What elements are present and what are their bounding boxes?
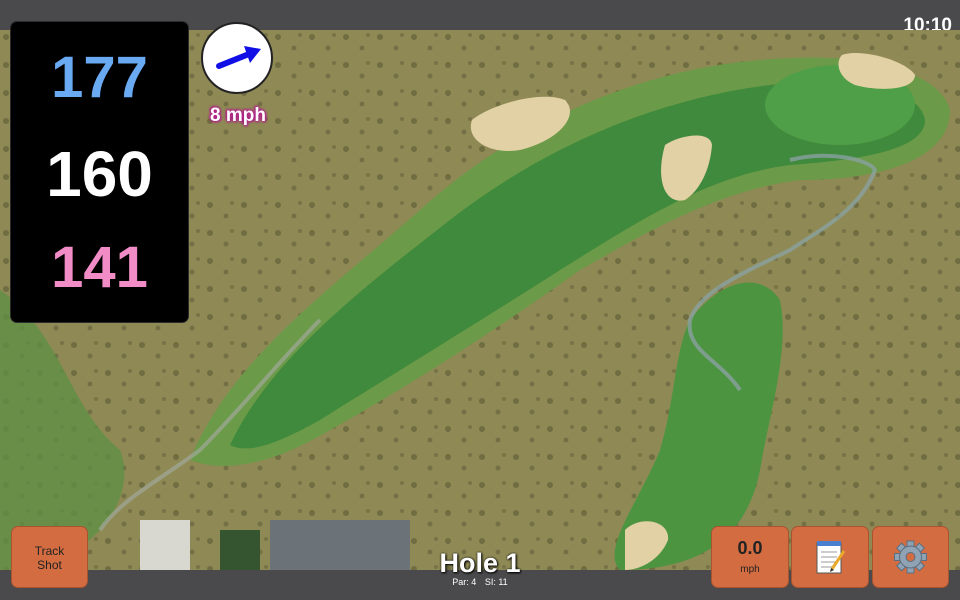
speed-value: 0.0 [737, 538, 763, 558]
settings-button[interactable] [873, 527, 948, 587]
gear-icon [894, 540, 927, 574]
speed-unit: mph [740, 564, 760, 575]
middle-distance: 160 [46, 138, 153, 210]
distance-panel: 177 160 141 [11, 22, 188, 322]
hole-par: Par: 4 [452, 577, 477, 587]
front-distance: 141 [51, 235, 148, 300]
wind-indicator [201, 22, 273, 94]
back-distance: 177 [51, 45, 148, 110]
notes-button[interactable] [792, 527, 868, 587]
track-shot-button[interactable]: Track Shot [12, 527, 87, 587]
hole-info: Par: 4 SI: 11 [380, 577, 580, 587]
wind-speed-label: 8 mph [210, 105, 266, 126]
notepad-icon [816, 541, 846, 574]
wind-direction-arrow-icon [216, 46, 261, 69]
hole-title: Hole 1 [439, 548, 521, 578]
track-shot-label-line2: Shot [37, 558, 62, 572]
speed-button[interactable]: 0.0 mph [712, 527, 788, 587]
hole-stroke-index: SI: 11 [484, 577, 508, 587]
track-shot-label-line1: Track [34, 544, 65, 558]
